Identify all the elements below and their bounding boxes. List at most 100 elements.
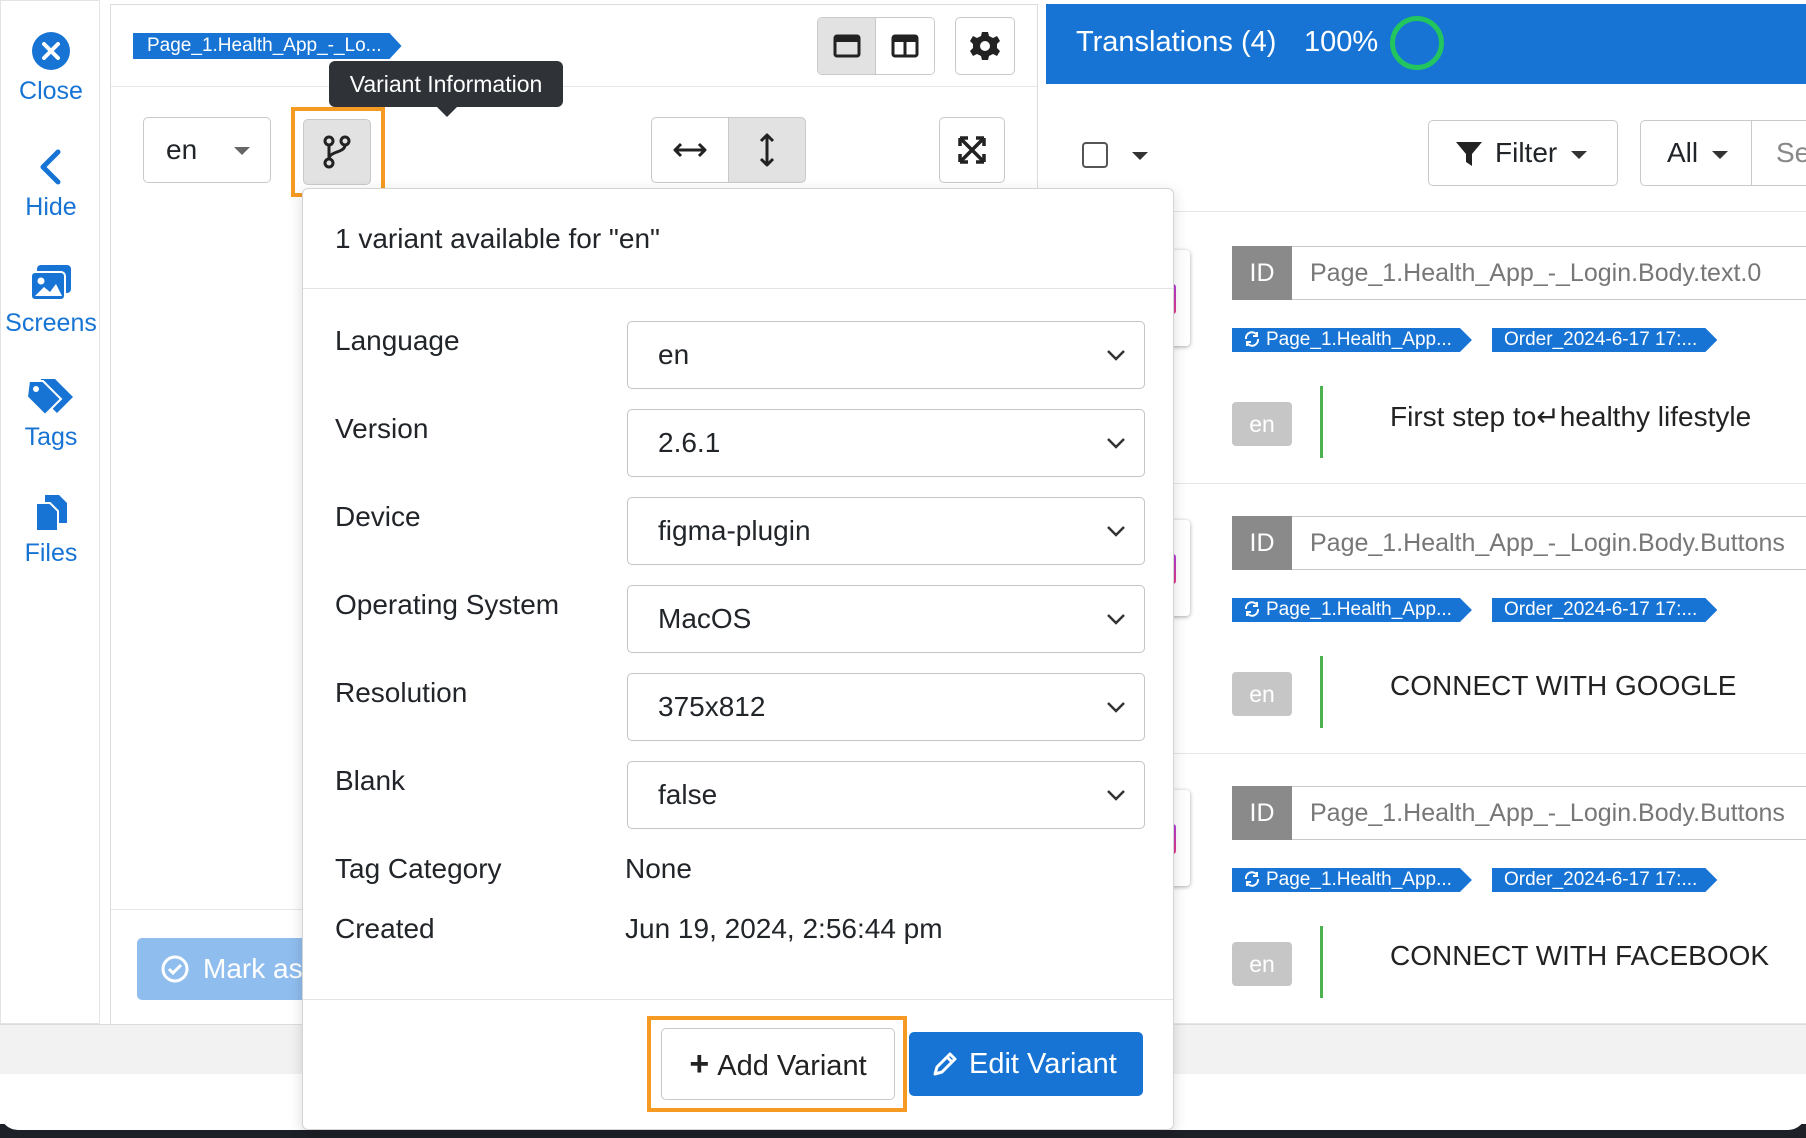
field-label: Operating System	[335, 589, 560, 620]
nav-hide-label: Hide	[25, 193, 77, 221]
screen-chip[interactable]: Page_1.Health_App...	[1232, 328, 1472, 352]
translation-text[interactable]: First step to↵healthy lifestyle	[1390, 400, 1751, 433]
field-created: Created Jun 19, 2024, 2:56:44 pm	[335, 909, 1145, 953]
language-select[interactable]: en	[627, 321, 1145, 389]
resolution-select[interactable]: 375x812	[627, 673, 1145, 741]
field-device: Device figma-plugin	[335, 497, 1145, 565]
language-value: en	[658, 339, 690, 370]
nav-close-label: Close	[19, 77, 83, 105]
edit-variant-button[interactable]: Edit Variant	[909, 1032, 1143, 1096]
nav-tags-label: Tags	[24, 423, 78, 451]
check-circle-icon	[161, 955, 189, 983]
field-operating-system: Operating System MacOS	[335, 585, 1145, 653]
caret-down-icon	[1712, 150, 1729, 159]
nav-hide[interactable]: Hide	[1, 147, 101, 222]
filter-label: Filter	[1495, 137, 1558, 168]
lang-badge: en	[1232, 402, 1292, 446]
screen-chip[interactable]: Page_1.Health_App...	[1232, 868, 1472, 892]
nav-tags[interactable]: Tags	[1, 377, 101, 452]
nav-screens-label: Screens	[5, 309, 97, 337]
breadcrumb-tag[interactable]: Page_1.Health_App_-_Lo...	[133, 33, 402, 59]
chevron-down-icon	[1107, 614, 1125, 625]
search-input[interactable]: Se	[1752, 120, 1806, 186]
screen-chip-label: Page_1.Health_App...	[1266, 599, 1452, 620]
os-value: MacOS	[658, 603, 752, 634]
translations-percent: 100%	[1304, 26, 1379, 58]
arrows-vertical-icon	[759, 133, 775, 167]
close-circle-icon	[32, 32, 70, 70]
fit-height-button[interactable]	[728, 117, 806, 183]
device-value: figma-plugin	[658, 515, 811, 546]
plus-icon: +	[689, 1045, 710, 1083]
add-variant-highlight: + Add Variant	[647, 1016, 907, 1112]
fit-width-button[interactable]	[651, 117, 729, 183]
add-variant-label: Add Variant	[717, 1050, 867, 1082]
key-id-value[interactable]: Page_1.Health_App_-_Login.Body.Buttons	[1292, 786, 1806, 840]
pencil-icon	[933, 1052, 957, 1076]
order-chip[interactable]: Order_2024-6-17 17:...	[1492, 598, 1717, 622]
resolution-value: 375x812	[658, 691, 766, 722]
field-label: Blank	[335, 765, 406, 796]
field-label: Device	[335, 501, 421, 532]
version-value: 2.6.1	[658, 427, 721, 458]
sync-icon	[1244, 601, 1260, 617]
field-label: Created	[335, 913, 435, 944]
field-version: Version 2.6.1	[335, 409, 1145, 477]
chevron-down-icon	[1107, 702, 1125, 713]
os-select[interactable]: MacOS	[627, 585, 1145, 653]
id-label: ID	[1232, 246, 1292, 300]
key-id-value[interactable]: Page_1.Health_App_-_Login.Body.text.0	[1292, 246, 1806, 300]
layout-split-button[interactable]	[876, 18, 934, 74]
translations-title: Translations (4)	[1076, 26, 1277, 58]
screen-chip[interactable]: Page_1.Health_App...	[1232, 598, 1472, 622]
filter-button[interactable]: Filter	[1428, 120, 1618, 186]
arrows-horizontal-icon	[673, 142, 707, 158]
key-id-field: ID Page_1.Health_App_-_Login.Body.text.0	[1232, 246, 1806, 300]
field-language: Language en	[335, 321, 1145, 389]
device-select[interactable]: figma-plugin	[627, 497, 1145, 565]
status-bar	[1320, 926, 1323, 998]
select-all-checkbox[interactable]	[1082, 142, 1108, 168]
key-id-field: ID Page_1.Health_App_-_Login.Body.Button…	[1232, 516, 1806, 570]
id-label: ID	[1232, 786, 1292, 840]
field-tag-category: Tag Category None	[335, 849, 1145, 893]
status-bar	[1320, 656, 1323, 728]
preview-language-select[interactable]: en	[143, 117, 271, 183]
chevron-down-icon	[1107, 438, 1125, 449]
select-menu-caret-icon[interactable]	[1132, 152, 1148, 160]
preview-toolbar: Page_1.Health_App_-_Lo...	[111, 5, 1037, 87]
field-label: Version	[335, 413, 429, 444]
created-value: Jun 19, 2024, 2:56:44 pm	[625, 913, 943, 944]
translation-text[interactable]: CONNECT WITH FACEBOOK	[1390, 940, 1769, 972]
fullscreen-button[interactable]	[939, 117, 1005, 183]
scope-dropdown[interactable]: All	[1640, 120, 1752, 186]
add-variant-button[interactable]: + Add Variant	[661, 1028, 895, 1100]
key-id-value[interactable]: Page_1.Health_App_-_Login.Body.Buttons	[1292, 516, 1806, 570]
images-icon	[30, 265, 71, 301]
key-id-field: ID Page_1.Health_App_-_Login.Body.Button…	[1232, 786, 1806, 840]
preview-language-value: en	[166, 134, 198, 165]
nav-close[interactable]: Close	[1, 31, 101, 106]
lang-badge: en	[1232, 672, 1292, 716]
chevron-down-icon	[1107, 526, 1125, 537]
nav-screens[interactable]: Screens	[1, 263, 101, 338]
translation-text[interactable]: CONNECT WITH GOOGLE	[1390, 670, 1736, 702]
order-chip[interactable]: Order_2024-6-17 17:...	[1492, 328, 1717, 352]
window-icon	[833, 34, 860, 58]
chevron-down-icon	[1107, 350, 1125, 361]
chevron-down-icon	[1107, 790, 1125, 801]
layout-single-button[interactable]	[818, 18, 876, 74]
lang-badge: en	[1232, 942, 1292, 986]
blank-select[interactable]: false	[627, 761, 1145, 829]
caret-down-icon	[1571, 150, 1588, 159]
order-chip[interactable]: Order_2024-6-17 17:...	[1492, 868, 1717, 892]
gear-icon	[970, 32, 1000, 60]
files-icon	[35, 495, 67, 532]
variant-button-highlight	[291, 107, 385, 197]
variant-info-button[interactable]	[303, 119, 371, 185]
nav-files[interactable]: Files	[1, 493, 101, 568]
id-label: ID	[1232, 516, 1292, 570]
version-select[interactable]: 2.6.1	[627, 409, 1145, 477]
settings-button[interactable]	[955, 17, 1015, 75]
field-label: Language	[335, 325, 460, 356]
